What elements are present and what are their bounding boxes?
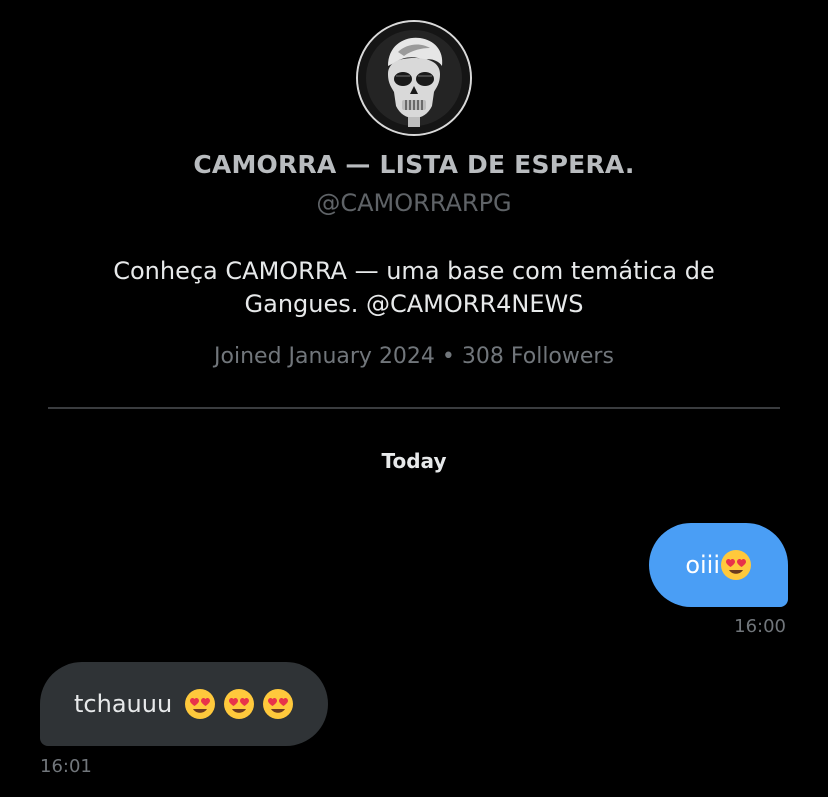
heart-eyes-icon bbox=[263, 689, 294, 719]
heart-eyes-icon bbox=[721, 550, 751, 580]
message-emojis bbox=[720, 549, 752, 581]
header-divider bbox=[48, 407, 780, 409]
profile-handle[interactable]: @CAMORRARPG bbox=[0, 189, 828, 217]
profile-avatar[interactable] bbox=[356, 20, 472, 136]
profile-bio-line-2: Gangues. @CAMORR4NEWS bbox=[244, 290, 584, 318]
skull-avatar-icon bbox=[358, 22, 470, 134]
profile-bio-line-1: Conheça CAMORRA — uma base com temática … bbox=[113, 257, 715, 285]
message-timestamp: 16:01 bbox=[40, 756, 92, 777]
day-separator: Today bbox=[381, 449, 447, 473]
heart-eyes-icon bbox=[224, 689, 255, 719]
profile-name[interactable]: CAMORRA — LISTA DE ESPERA. bbox=[0, 150, 828, 179]
heart-eyes-icon bbox=[185, 689, 216, 719]
message-timestamp: 16:00 bbox=[734, 616, 786, 637]
outgoing-message-bubble[interactable]: oiii bbox=[649, 523, 788, 607]
message-text: tchauuu bbox=[74, 690, 173, 718]
message-text: oiii bbox=[685, 551, 720, 579]
profile-meta: Joined January 2024 • 308 Followers bbox=[214, 344, 614, 369]
message-emojis bbox=[184, 688, 294, 720]
profile-bio: Conheça CAMORRA — uma base com temática … bbox=[64, 255, 764, 321]
incoming-message-bubble[interactable]: tchauuu bbox=[40, 662, 329, 746]
